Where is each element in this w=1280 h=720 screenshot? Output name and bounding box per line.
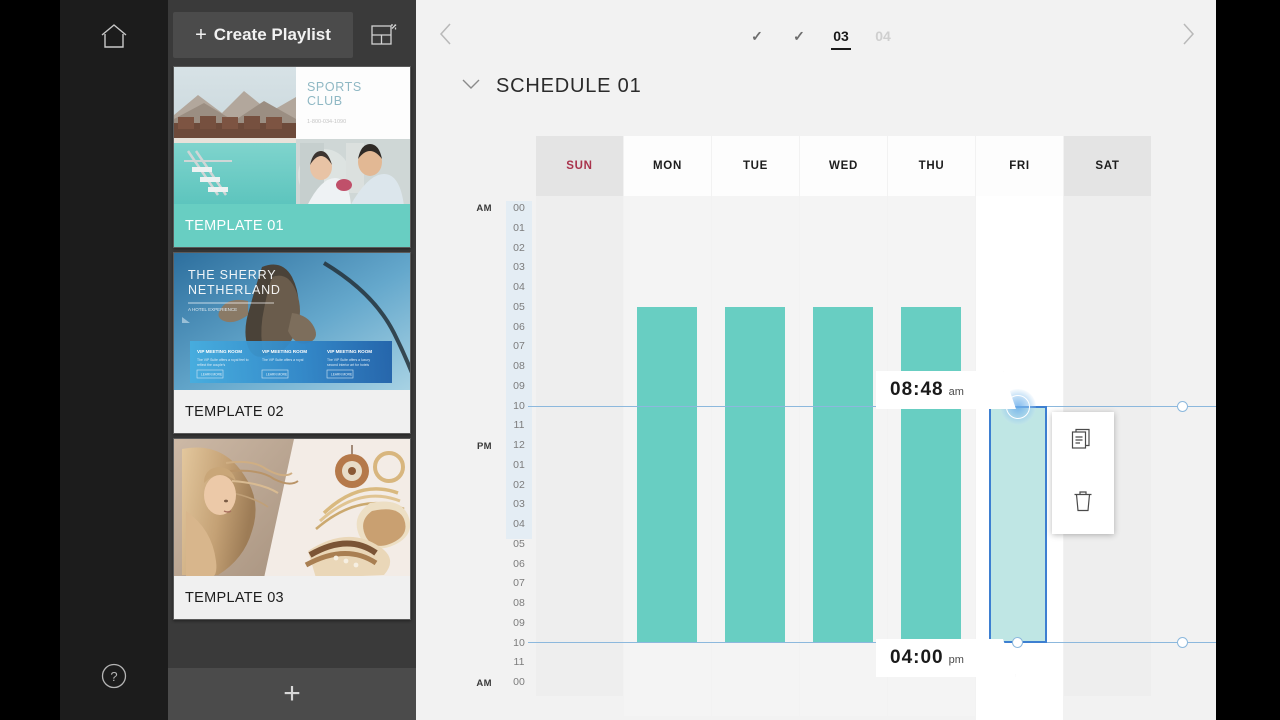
svg-text:A HOTEL EXPERIENCE: A HOTEL EXPERIENCE	[188, 307, 237, 312]
svg-text:second interior art for hotels: second interior art for hotels	[327, 363, 369, 367]
svg-text:CLUB: CLUB	[307, 94, 343, 108]
delete-button[interactable]	[1052, 473, 1114, 534]
template-list[interactable]: SPORTS CLUB 1-800-034-1090 TEMPLATE 01 T…	[168, 66, 416, 668]
hour-tick: 07	[513, 340, 525, 352]
pm-label: PM	[476, 441, 492, 452]
hour-tick: 11	[513, 656, 525, 668]
start-guide-handle[interactable]	[1177, 401, 1188, 412]
svg-text:reflect the couple's: reflect the couple's	[197, 363, 225, 367]
schedule-bar-wed[interactable]	[813, 307, 873, 642]
hour-tick: 04	[513, 518, 525, 530]
svg-text:LEARN MORE: LEARN MORE	[266, 373, 287, 377]
list-item[interactable]: TEMPLATE 03	[173, 438, 411, 620]
list-item[interactable]: THE SHERRY NETHERLAND A HOTEL EXPERIENCE…	[173, 252, 411, 434]
create-playlist-label: Create Playlist	[213, 25, 331, 44]
app-root: ? + Create Playlist SPORTS CLUB 1-800-03…	[0, 0, 1280, 720]
block-resize-handle-bottom[interactable]	[1012, 637, 1023, 648]
end-time-tooltip: 04:00 pm	[876, 639, 1016, 677]
hour-tick: 05	[513, 538, 525, 550]
svg-text:SPORTS: SPORTS	[307, 80, 362, 94]
day-header-sat[interactable]: SAT	[1064, 136, 1151, 196]
template-thumbnail: SPORTS CLUB 1-800-034-1090	[174, 67, 410, 206]
layout-export-icon[interactable]	[366, 18, 402, 52]
day-header-fri[interactable]: FRI	[976, 136, 1063, 196]
end-guide-handle[interactable]	[1177, 637, 1188, 648]
copy-icon	[1071, 428, 1095, 457]
home-icon[interactable]	[94, 16, 134, 56]
playlist-panel: + Create Playlist SPORTS CLUB 1-800-034-…	[168, 0, 416, 720]
hour-tick: 08	[513, 597, 525, 609]
trash-icon	[1072, 489, 1094, 518]
day-header-tue[interactable]: TUE	[712, 136, 799, 196]
hour-tick: 06	[513, 558, 525, 570]
svg-text:VIP MEETING ROOM: VIP MEETING ROOM	[197, 349, 242, 354]
hour-tick: 00	[513, 676, 525, 688]
hour-tick: 12	[513, 439, 525, 451]
template-label: TEMPLATE 01	[174, 204, 410, 247]
help-circle-icon[interactable]: ?	[94, 656, 134, 696]
day-header-sun[interactable]: SUN	[536, 136, 623, 196]
end-guide-line	[528, 642, 1216, 643]
svg-text:The VIP Suite offers a royal: The VIP Suite offers a royal	[262, 358, 304, 362]
playlist-toolbar: + Create Playlist	[168, 0, 416, 66]
svg-text:THE SHERRY: THE SHERRY	[188, 268, 276, 282]
hour-tick: 03	[513, 498, 525, 510]
end-time-value: 04:00	[890, 647, 944, 668]
hour-tick: 05	[513, 301, 525, 313]
svg-text:1-800-034-1090: 1-800-034-1090	[307, 119, 346, 125]
end-time-meridiem: pm	[948, 654, 964, 666]
hour-tick: 03	[513, 261, 525, 273]
hour-tick: 11	[513, 419, 525, 431]
list-item[interactable]: SPORTS CLUB 1-800-034-1090 TEMPLATE 01	[173, 66, 411, 248]
template-thumbnail: THE SHERRY NETHERLAND A HOTEL EXPERIENCE…	[174, 253, 410, 392]
hour-tick: 09	[513, 380, 525, 392]
am-label-bottom: AM	[476, 678, 492, 689]
left-rail: ?	[60, 0, 168, 720]
hour-tick: 01	[513, 222, 525, 234]
hour-tick: 04	[513, 281, 525, 293]
day-header-wed[interactable]: WED	[800, 136, 887, 196]
block-context-menu[interactable]	[1052, 412, 1114, 534]
am-label-top: AM	[476, 203, 492, 214]
svg-text:VIP MEETING ROOM: VIP MEETING ROOM	[262, 349, 307, 354]
hour-tick: 10	[513, 637, 525, 649]
day-header-mon[interactable]: MON	[624, 136, 711, 196]
hour-tick: 07	[513, 577, 525, 589]
template-label: TEMPLATE 03	[174, 576, 410, 619]
start-time-tooltip: 08:48 am	[876, 371, 1016, 409]
start-time-meridiem: am	[948, 386, 964, 398]
svg-text:LEARN MORE: LEARN MORE	[201, 373, 222, 377]
duplicate-button[interactable]	[1052, 412, 1114, 473]
start-time-value: 08:48	[890, 379, 944, 400]
svg-text:The VIP Suite offers a royal f: The VIP Suite offers a royal feel to	[197, 358, 249, 362]
add-template-button[interactable]: +	[168, 668, 416, 720]
day-header-thu[interactable]: THU	[888, 136, 975, 196]
svg-text:LEARN MORE: LEARN MORE	[331, 373, 352, 377]
hour-tick: 08	[513, 360, 525, 372]
day-body-sun[interactable]	[536, 196, 623, 696]
start-guide-line	[528, 406, 1216, 407]
hour-tick: 00	[513, 202, 525, 214]
schedule-bar-thu[interactable]	[901, 307, 961, 642]
hour-tick: 02	[513, 479, 525, 491]
template-label: TEMPLATE 02	[174, 390, 410, 433]
hour-tick: 06	[513, 321, 525, 333]
hour-tick: 02	[513, 242, 525, 254]
svg-text:The VIP Suite offers a luxury: The VIP Suite offers a luxury	[327, 358, 370, 362]
plus-icon: +	[283, 677, 301, 710]
schedule-bar-mon[interactable]	[637, 307, 697, 642]
template-thumbnail	[174, 439, 410, 578]
svg-text:NETHERLAND: NETHERLAND	[188, 283, 281, 297]
schedule-bar-tue[interactable]	[725, 307, 785, 642]
plus-icon: +	[195, 24, 207, 46]
hour-tick: 09	[513, 617, 525, 629]
svg-text:VIP MEETING ROOM: VIP MEETING ROOM	[327, 349, 372, 354]
create-playlist-button[interactable]: + Create Playlist	[173, 12, 353, 58]
schedule-grid: AM PM AM 00 01 02 03 04 05 06 07 08 09 1…	[416, 0, 1216, 720]
schedule-panel: ✓ ✓ 03 04 SCHEDULE 01 AM PM AM 00 01 02 …	[416, 0, 1216, 720]
hour-tick: 01	[513, 459, 525, 471]
selected-schedule-block[interactable]	[989, 406, 1047, 643]
svg-text:?: ?	[110, 669, 117, 684]
